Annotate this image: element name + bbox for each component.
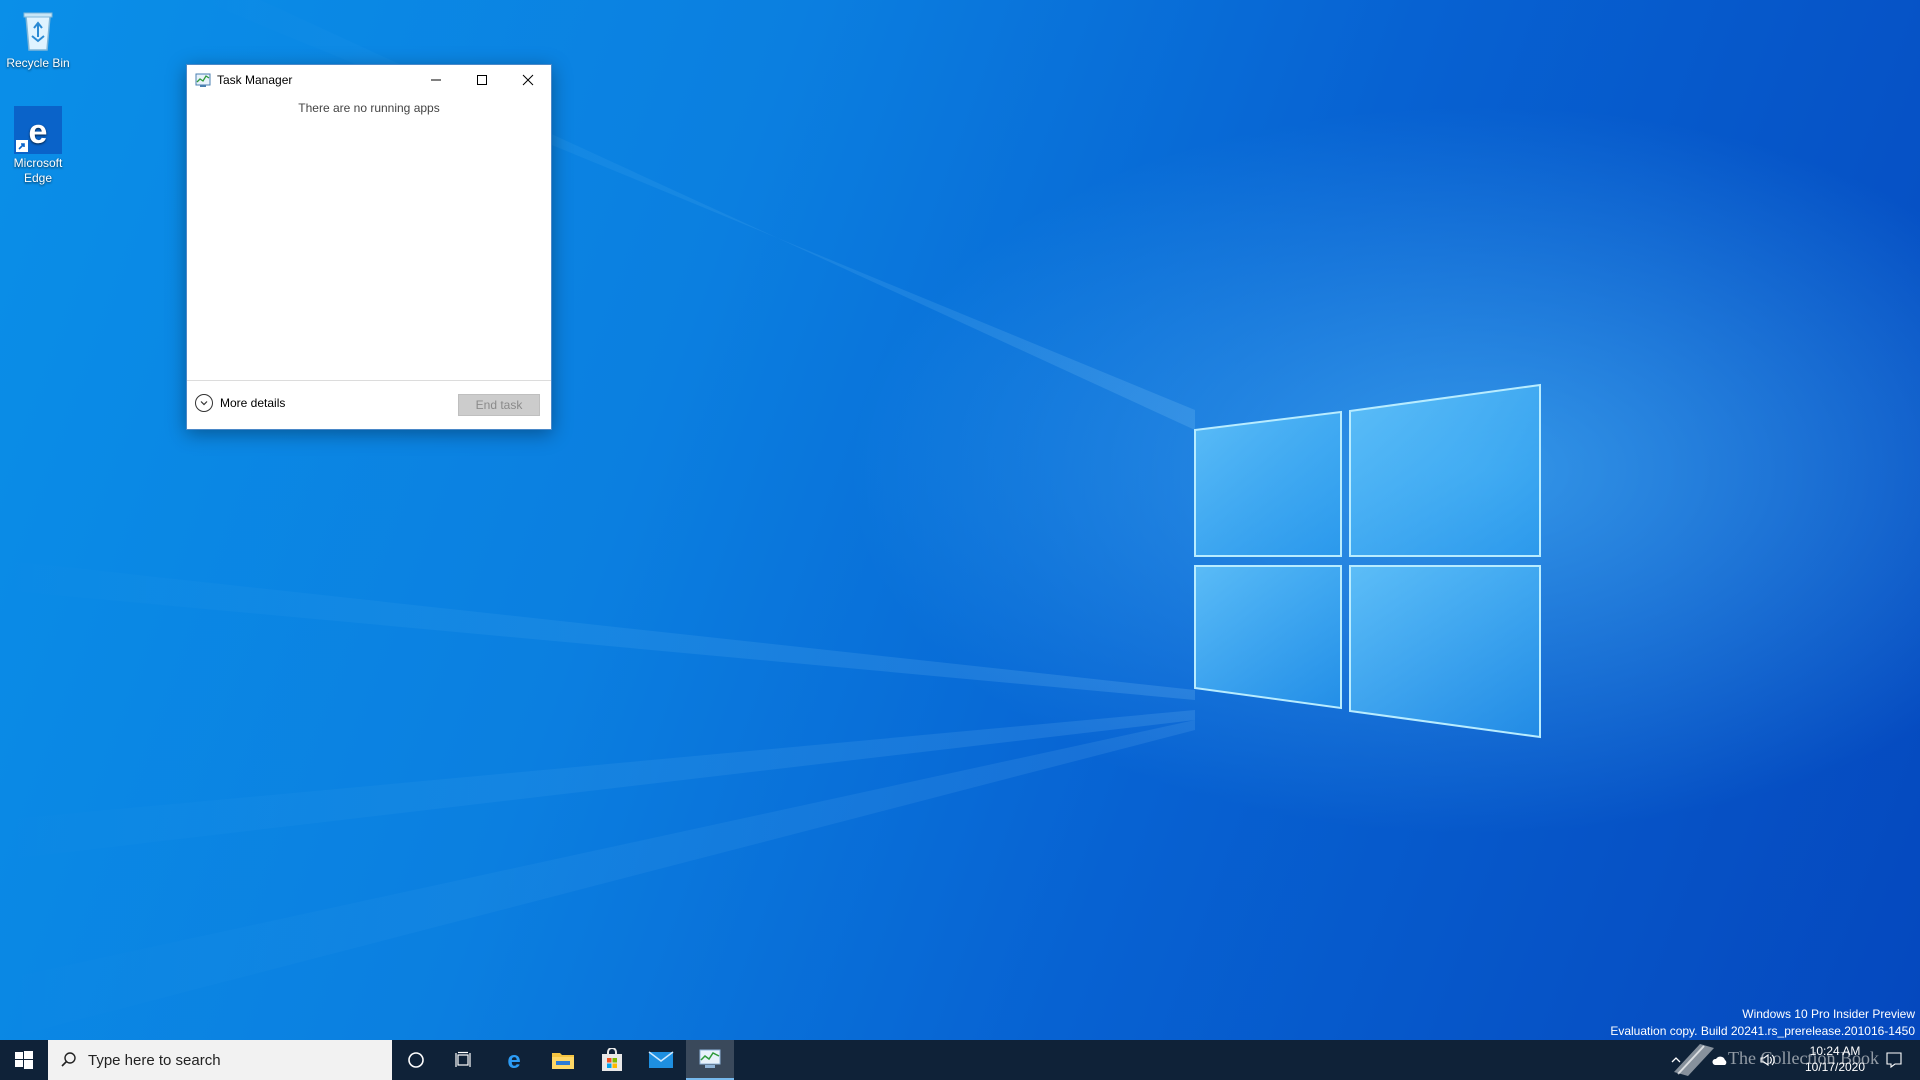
task-view-button[interactable] <box>440 1040 488 1080</box>
search-input[interactable] <box>86 1050 380 1070</box>
close-button[interactable] <box>505 65 551 95</box>
overlay-text: The Collection Book <box>1728 1047 1879 1068</box>
title-bar[interactable]: Task Manager <box>187 65 551 95</box>
svg-text:e: e <box>507 1048 520 1072</box>
minimize-button[interactable] <box>413 65 459 95</box>
end-task-button[interactable]: End task <box>458 394 540 416</box>
windows-watermark: Windows 10 Pro Insider Preview Evaluatio… <box>1610 1006 1915 1040</box>
app-list: There are no running apps <box>187 95 551 381</box>
window-title: Task Manager <box>217 73 293 87</box>
notification-icon <box>1886 1052 1902 1069</box>
empty-state-message: There are no running apps <box>298 101 440 115</box>
taskbar-mail-button[interactable] <box>637 1040 685 1080</box>
edge-icon: e <box>14 106 62 154</box>
book-logo-icon <box>1674 1044 1714 1076</box>
mail-icon <box>648 1051 674 1068</box>
taskbar-search-box[interactable] <box>48 1040 392 1080</box>
svg-text:e: e <box>29 113 48 151</box>
collection-book-overlay: The Collection Book <box>1670 1036 1879 1080</box>
maximize-icon <box>477 75 487 85</box>
search-icon <box>61 1052 76 1067</box>
taskbar-task-manager-button[interactable] <box>686 1040 734 1080</box>
chevron-down-icon <box>195 394 213 412</box>
task-manager-icon <box>195 72 211 88</box>
recycle-bin-icon <box>14 6 62 54</box>
more-details-label: More details <box>220 396 286 410</box>
more-details-toggle[interactable]: More details <box>195 394 285 412</box>
watermark-edition: Windows 10 Pro Insider Preview <box>1742 1007 1915 1021</box>
minimize-icon <box>431 79 441 81</box>
start-button[interactable] <box>0 1040 48 1080</box>
action-center-button[interactable] <box>1876 1040 1912 1080</box>
task-manager-icon <box>699 1049 721 1068</box>
task-view-icon <box>455 1051 471 1067</box>
close-icon <box>522 74 534 86</box>
window-footer: More details End task <box>187 380 551 429</box>
desktop-icon-label: Microsoft Edge <box>13 156 63 185</box>
desktop-icon-microsoft-edge[interactable]: e Microsoft Edge <box>0 106 76 186</box>
desktop-icon-label: Recycle Bin <box>6 56 70 70</box>
edge-icon: e <box>507 1048 520 1072</box>
cortana-button[interactable] <box>392 1040 440 1080</box>
taskbar-edge-button[interactable]: e <box>490 1040 538 1080</box>
maximize-button[interactable] <box>459 65 505 95</box>
windows-start-icon <box>15 1051 33 1069</box>
file-explorer-icon <box>552 1053 574 1069</box>
taskbar: e <box>0 1040 1920 1080</box>
desktop-icon-recycle-bin[interactable]: Recycle Bin <box>0 6 76 71</box>
task-manager-window[interactable]: Task Manager There are no running apps M… <box>186 64 552 430</box>
store-icon <box>602 1048 622 1071</box>
taskbar-store-button[interactable] <box>588 1040 636 1080</box>
taskbar-file-explorer-button[interactable] <box>539 1040 587 1080</box>
cortana-icon <box>408 1052 424 1068</box>
